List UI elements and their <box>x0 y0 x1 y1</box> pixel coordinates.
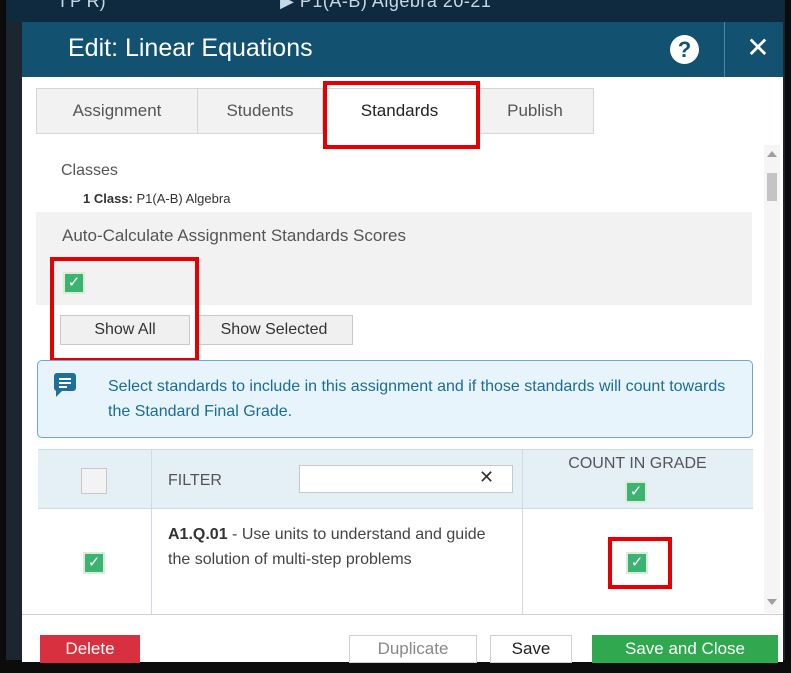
background-class-text: ▶ P1(A-B) Algebra 20-21 <box>280 0 492 11</box>
highlight-standards-tab <box>323 81 480 149</box>
background-left-edge <box>0 0 6 673</box>
tab-assignment[interactable]: Assignment <box>36 88 198 134</box>
count-in-grade-label: COUNT IN GRADE <box>568 455 707 472</box>
scroll-down-icon[interactable] <box>767 599 777 605</box>
background-app-bar: I P R) ▶ P1(A-B) Algebra 20-21 <box>0 0 791 22</box>
show-selected-button[interactable]: Show Selected <box>195 315 353 345</box>
count-in-grade-all-checkbox[interactable]: ✓ <box>625 481 647 503</box>
modal-title: Edit: Linear Equations <box>68 34 313 62</box>
modal-header: Edit: Linear Equations ? ✕ <box>22 22 783 77</box>
scrollbar-thumb[interactable] <box>767 173 777 201</box>
highlight-auto-calculate <box>50 257 199 362</box>
select-all-checkbox[interactable] <box>81 468 107 494</box>
info-message-box: Select standards to include in this assi… <box>37 360 753 438</box>
class-name: P1(A-B) Algebra <box>136 191 231 206</box>
standard-code: A1.Q.01 <box>168 526 228 543</box>
duplicate-button[interactable]: Duplicate <box>349 635 477 663</box>
save-button[interactable]: Save <box>490 635 572 663</box>
delete-button[interactable]: Delete <box>40 635 140 663</box>
close-icon[interactable]: ✕ <box>740 30 776 66</box>
auto-calculate-label: Auto-Calculate Assignment Standards Scor… <box>62 226 406 245</box>
standard-select-checkbox[interactable]: ✓ <box>83 552 105 574</box>
classes-summary: 1 Class: P1(A-B) Algebra <box>83 191 230 206</box>
help-icon[interactable]: ? <box>670 35 699 64</box>
info-message-text: Select standards to include in this assi… <box>108 378 726 420</box>
filter-label: FILTER <box>168 472 222 489</box>
scroll-up-icon[interactable] <box>767 151 777 157</box>
background-left-text: I P R) <box>60 0 106 11</box>
content-scrollbar[interactable] <box>764 145 780 613</box>
header-col-divider <box>151 450 152 510</box>
save-and-close-button[interactable]: Save and Close <box>592 635 778 663</box>
modal-footer: Delete Duplicate Save Save and Close <box>22 614 783 663</box>
clear-filter-icon[interactable]: ✕ <box>479 467 494 488</box>
row-col-divider-2 <box>522 509 523 615</box>
classes-heading: Classes <box>61 162 118 179</box>
message-icon <box>54 373 76 397</box>
row-col-divider <box>151 509 152 615</box>
header-divider <box>724 22 725 77</box>
background-right-edge <box>785 0 791 673</box>
class-count: 1 Class: <box>83 191 133 206</box>
highlight-count-in-grade <box>608 537 672 589</box>
table-header-row: FILTER ✕ COUNT IN GRADE ✓ <box>38 449 753 510</box>
tab-students[interactable]: Students <box>197 88 323 134</box>
standard-description: A1.Q.01 - Use units to understand and gu… <box>168 522 488 572</box>
tab-publish[interactable]: Publish <box>476 88 594 134</box>
